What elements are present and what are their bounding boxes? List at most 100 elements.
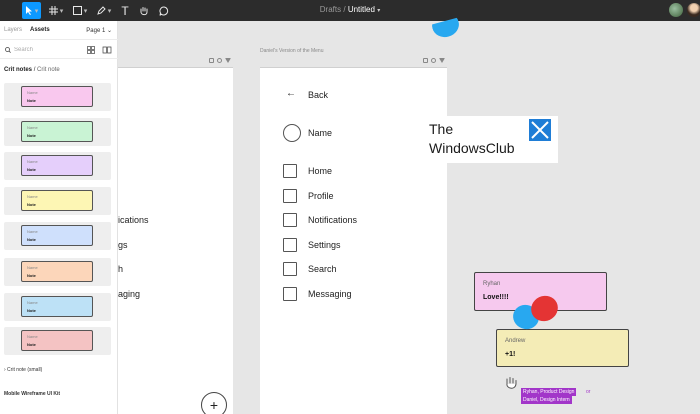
frame-label[interactable]: Daniel's Version of the Menu xyxy=(260,48,324,54)
user-avatar[interactable] xyxy=(687,3,700,17)
preview-note-label: Note xyxy=(27,308,36,313)
asset-item-crit-note[interactable]: Name Note xyxy=(4,222,111,250)
asset-search-input[interactable] xyxy=(14,47,84,53)
name-label: Name xyxy=(308,128,333,138)
triangle-down-icon[interactable] xyxy=(439,58,445,63)
cursor-arrow-icon xyxy=(25,6,32,15)
left-menu-frame[interactable] xyxy=(118,67,233,414)
crit-note-preview: Name Note xyxy=(21,86,93,107)
asset-item-crit-note[interactable]: Name Note xyxy=(4,83,111,111)
crit-note-preview: Name Note xyxy=(21,261,93,282)
crit-note-preview: Name Note xyxy=(21,155,93,176)
circle-icon[interactable] xyxy=(217,58,222,63)
preview-note-label: Note xyxy=(27,237,36,242)
preview-name-label: Name xyxy=(27,300,38,305)
text-tool-icon: T xyxy=(121,3,129,18)
section-crit-note-small[interactable]: › Crit note (small) xyxy=(4,367,42,373)
chevron-down-icon: ▾ xyxy=(83,7,88,15)
section-mobile-wireframe-kit[interactable]: Mobile Wireframe UI Kit xyxy=(4,391,60,397)
asset-item-crit-note[interactable]: Name Note xyxy=(4,118,111,146)
panel-tabs: Layers Assets Page 1 ⌄ xyxy=(0,21,118,40)
cursor-tag-or: or xyxy=(586,389,591,395)
chevron-down-icon: ▾ xyxy=(59,7,64,15)
watermark-badge: The WindowsClub xyxy=(423,116,558,163)
text-tool-button[interactable]: T xyxy=(119,2,131,19)
menu-item-messaging[interactable]: Messaging xyxy=(308,289,352,299)
preview-name-label: Name xyxy=(27,194,38,199)
circle-icon[interactable] xyxy=(431,58,436,63)
menu-item-settings[interactable]: Settings xyxy=(308,240,341,250)
asset-item-crit-note[interactable]: Name Note xyxy=(4,293,111,321)
asset-item-crit-note[interactable]: Name Note xyxy=(4,187,111,215)
breadcrumb-separator: / xyxy=(33,67,36,73)
frame-hash-icon xyxy=(48,6,58,15)
preview-note-label: Note xyxy=(27,342,36,347)
asset-item-crit-note[interactable]: Name Note xyxy=(4,258,111,286)
preview-name-label: Name xyxy=(27,90,38,95)
crit-note-preview: Name Note xyxy=(21,330,93,351)
breadcrumb-root[interactable]: Crit notes xyxy=(4,67,32,73)
hand-icon xyxy=(140,6,148,15)
menu-item-notifications-partial: ications xyxy=(118,215,149,225)
crit-note-preview: Name Note xyxy=(21,296,93,317)
library-book-icon[interactable] xyxy=(102,46,112,54)
sticky-author: Ryhan xyxy=(483,281,501,287)
back-arrow-icon[interactable]: ← xyxy=(286,88,296,99)
square-icon[interactable] xyxy=(423,58,428,63)
settings-checkbox[interactable] xyxy=(283,238,297,252)
watermark-line-2: WindowsClub xyxy=(429,140,515,156)
menu-item-notifications[interactable]: Notifications xyxy=(308,215,357,225)
chevron-down-icon: ▾ xyxy=(107,7,112,15)
cursor-tag-daniel: Daniel, Design Intern xyxy=(521,396,572,404)
collaborator-avatar[interactable] xyxy=(669,3,683,17)
asset-item-crit-note[interactable]: Name Note xyxy=(4,152,111,180)
cursor-tag-ryhan: Ryhan, Product Design xyxy=(521,388,577,396)
comment-tool-button[interactable] xyxy=(158,2,170,19)
hand-tool-button[interactable] xyxy=(138,2,150,19)
profile-checkbox[interactable] xyxy=(283,189,297,203)
back-label[interactable]: Back xyxy=(308,90,328,100)
preview-name-label: Name xyxy=(27,229,38,234)
menu-item-search-partial: h xyxy=(118,264,124,274)
plus-icon: + xyxy=(209,397,219,413)
pen-tool-button[interactable]: ▾ xyxy=(94,2,114,19)
menu-item-settings-partial: gs xyxy=(118,240,128,250)
sticky-note-andrew[interactable]: Andrew +1! xyxy=(496,329,629,367)
shape-tool-button[interactable]: ▾ xyxy=(70,2,90,19)
asset-item-crit-note[interactable]: Name Note xyxy=(4,327,111,355)
left-frame-controls xyxy=(209,58,231,63)
grid-view-icon[interactable] xyxy=(87,46,95,54)
crit-note-preview: Name Note xyxy=(21,121,93,142)
add-button[interactable]: + xyxy=(201,392,227,414)
notifications-checkbox[interactable] xyxy=(283,213,297,227)
search-checkbox[interactable] xyxy=(283,262,297,276)
sticky-author: Andrew xyxy=(505,338,526,344)
tab-layers[interactable]: Layers xyxy=(4,27,22,33)
menu-item-messaging-partial: aging xyxy=(118,289,141,299)
tab-assets[interactable]: Assets xyxy=(30,27,50,33)
square-icon[interactable] xyxy=(209,58,214,63)
top-toolbar: ▾ ▾ ▾ ▾ T Drafts / Untitled ▾ xyxy=(0,0,700,21)
page-selector[interactable]: Page 1 ⌄ xyxy=(86,27,112,34)
chevron-down-icon[interactable]: ▾ xyxy=(377,8,380,14)
breadcrumb-current: Crit note xyxy=(37,67,60,73)
menu-item-home[interactable]: Home xyxy=(308,166,332,176)
right-frame-controls xyxy=(423,58,445,63)
home-checkbox[interactable] xyxy=(283,164,297,178)
left-frame-divider xyxy=(118,67,233,68)
asset-search-row xyxy=(0,41,118,59)
hand-cursor-icon xyxy=(506,377,517,389)
preview-name-label: Name xyxy=(27,125,38,130)
file-name[interactable]: Untitled xyxy=(348,5,375,14)
messaging-checkbox[interactable] xyxy=(283,287,297,301)
comment-bubble-icon xyxy=(159,5,169,16)
menu-item-profile[interactable]: Profile xyxy=(308,191,334,201)
breadcrumb-project[interactable]: Drafts xyxy=(320,5,341,14)
chevron-down-icon: ▾ xyxy=(34,7,39,15)
triangle-down-icon[interactable] xyxy=(225,58,231,63)
crit-note-preview: Name Note xyxy=(21,190,93,211)
menu-item-search[interactable]: Search xyxy=(308,264,337,274)
assets-panel: Layers Assets Page 1 ⌄ Crit notes / Crit… xyxy=(0,21,118,414)
frame-tool-button[interactable]: ▾ xyxy=(46,2,66,19)
move-tool-button[interactable]: ▾ xyxy=(22,2,41,19)
